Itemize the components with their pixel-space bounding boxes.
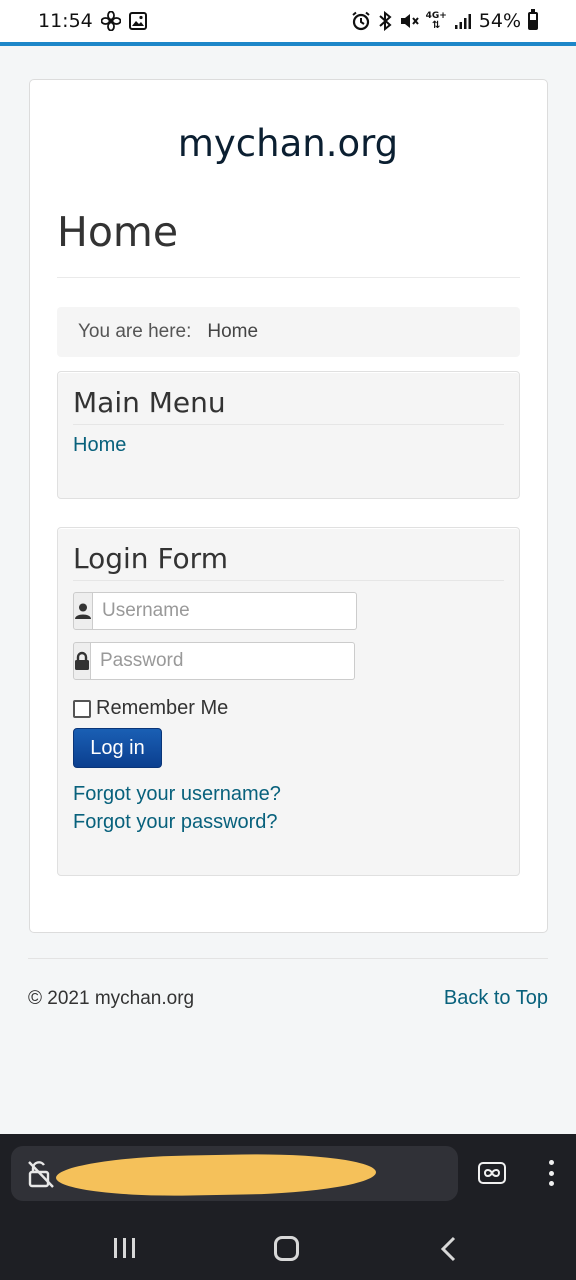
site-title[interactable]: mychan.org: [0, 122, 576, 165]
home-icon[interactable]: [274, 1236, 299, 1261]
main-menu-title: Main Menu: [73, 386, 226, 419]
page-title: Home: [57, 208, 179, 256]
login-form-title: Login Form: [73, 542, 228, 575]
password-input[interactable]: [91, 642, 355, 680]
lock-icon: [73, 642, 91, 680]
fan-icon: [100, 11, 121, 31]
status-left: 11:54: [38, 10, 147, 32]
address-bar[interactable]: [11, 1146, 458, 1201]
status-time: 11:54: [38, 10, 93, 32]
breadcrumb-current: Home: [207, 321, 259, 342]
unlock-icon[interactable]: [27, 1159, 55, 1194]
status-right: 4G+ ⇅ 54%: [351, 9, 538, 32]
mute-icon: [399, 11, 419, 31]
signal-icon: [454, 12, 472, 30]
username-input[interactable]: [93, 592, 357, 630]
battery-percent: 54%: [478, 10, 521, 32]
tabs-icon[interactable]: [478, 1162, 506, 1184]
battery-icon: [528, 9, 538, 30]
breadcrumb: You are here: Home: [57, 307, 520, 357]
footer-divider: [28, 958, 548, 959]
login-form-module: Login Form Remember Me Log in Forgot you…: [57, 527, 520, 876]
breadcrumb-prefix: You are here:: [78, 321, 192, 342]
image-icon: [128, 12, 147, 30]
back-icon[interactable]: [440, 1236, 456, 1267]
remember-me[interactable]: Remember Me: [73, 697, 228, 720]
4g-plus-icon: 4G+ ⇅: [425, 11, 447, 31]
status-bar: 11:54 4G+ ⇅ 54%: [0, 0, 576, 46]
main-menu-divider: [73, 424, 504, 425]
user-icon: [73, 592, 93, 630]
main-menu-module: Main Menu Home: [57, 371, 520, 499]
forgot-password-link[interactable]: Forgot your password?: [73, 811, 278, 834]
more-icon[interactable]: [547, 1160, 555, 1186]
bluetooth-icon: [378, 11, 392, 31]
footer-copyright: © 2021 mychan.org: [28, 988, 195, 1009]
login-button[interactable]: Log in: [73, 728, 162, 768]
remember-me-checkbox[interactable]: [73, 699, 91, 718]
forgot-username-link[interactable]: Forgot your username?: [73, 783, 281, 806]
back-to-top-link[interactable]: Back to Top: [444, 987, 548, 1010]
url-redaction: [55, 1152, 377, 1198]
remember-me-label: Remember Me: [96, 697, 229, 719]
password-group: [73, 642, 355, 680]
alarm-icon: [351, 11, 371, 31]
menu-item-home[interactable]: Home: [73, 434, 126, 457]
recent-apps-icon[interactable]: [114, 1238, 135, 1258]
heading-divider: [57, 277, 520, 278]
username-group: [73, 592, 357, 630]
login-form-divider: [73, 580, 504, 581]
